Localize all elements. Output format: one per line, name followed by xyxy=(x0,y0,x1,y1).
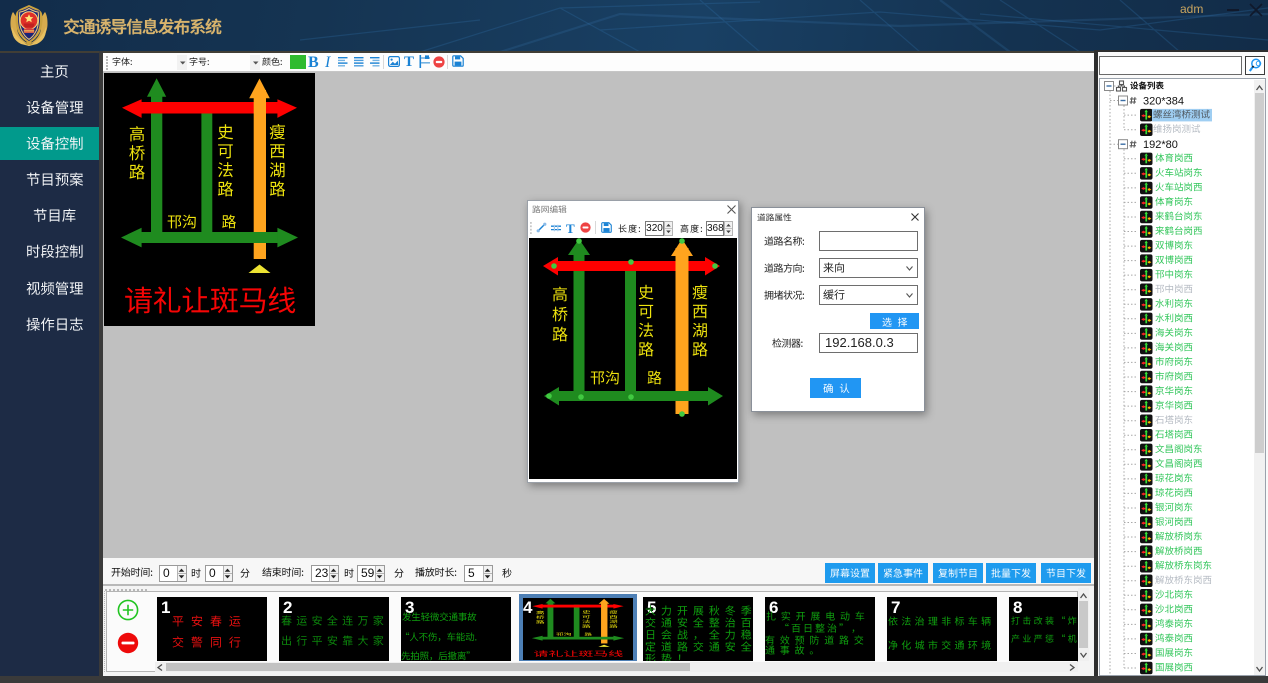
svg-text:320*384: 320*384 xyxy=(1143,96,1184,108)
svg-text:192*80: 192*80 xyxy=(1143,139,1178,151)
